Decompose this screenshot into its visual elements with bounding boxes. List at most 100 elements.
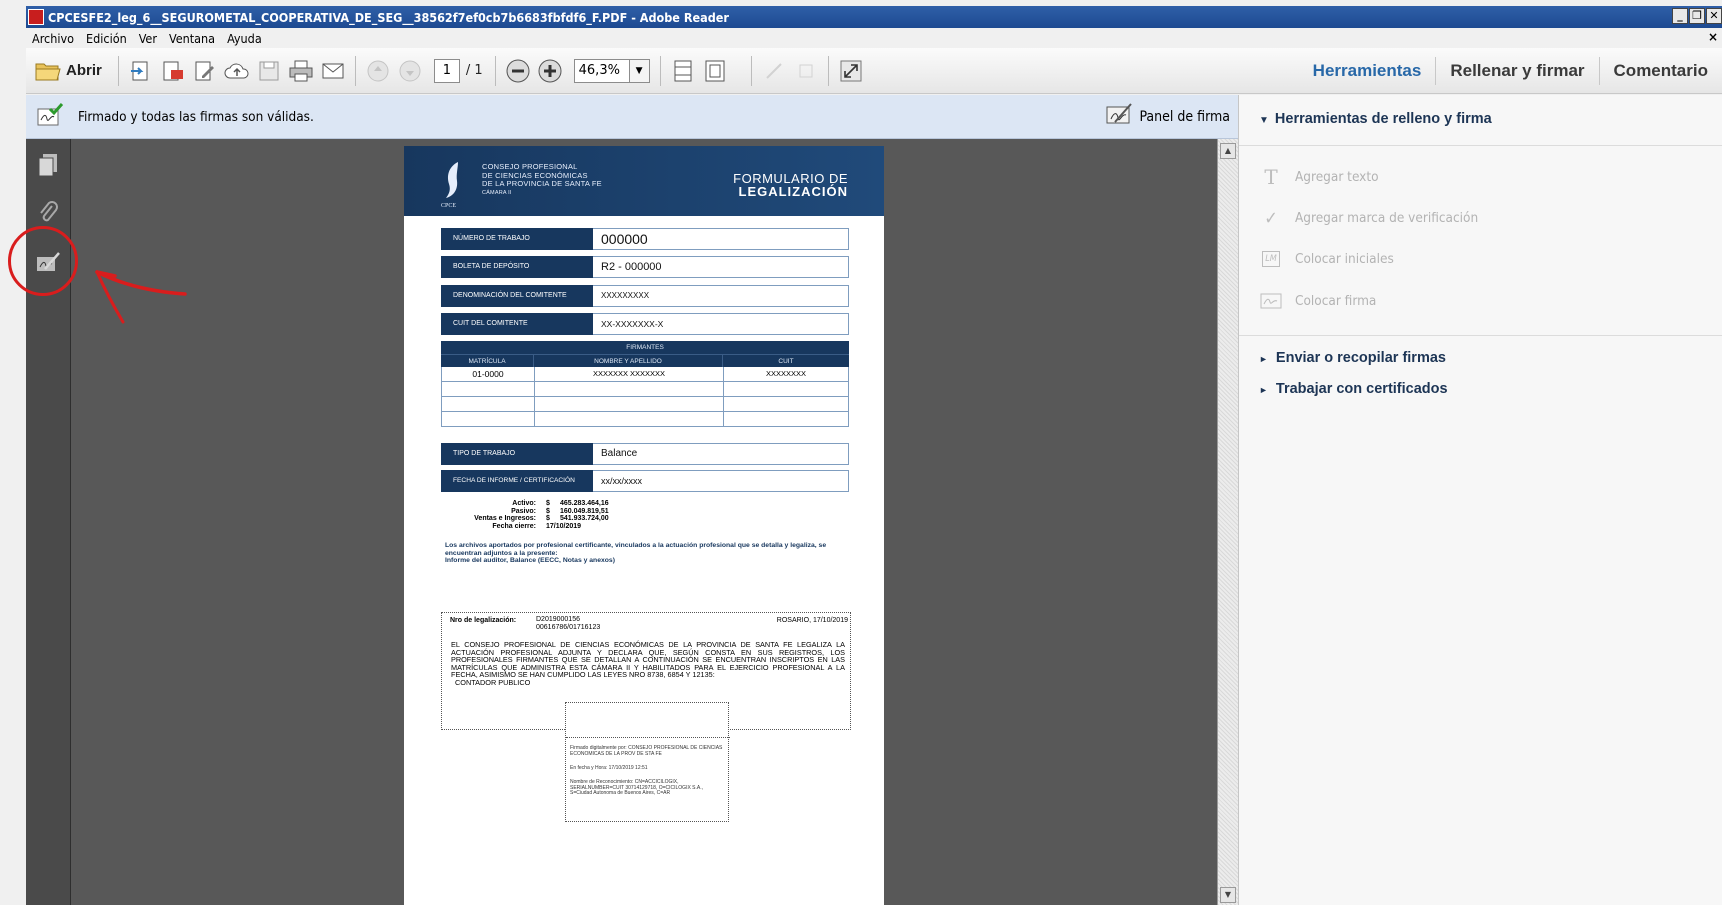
window-title: CPCESFE2_leg_6__SEGUROMETAL_COOPERATIVA_… bbox=[48, 9, 729, 25]
table-cell bbox=[535, 397, 724, 411]
menu-edicion[interactable]: Edición bbox=[80, 31, 133, 46]
header-nombre: NOMBRE Y APELLIDO bbox=[534, 355, 723, 367]
tools-pane-button[interactable]: Herramientas bbox=[1299, 61, 1436, 81]
table-cell bbox=[442, 412, 535, 426]
place-initials-tool[interactable]: LM Colocar iniciales bbox=[1259, 249, 1394, 269]
signature-status-text: Firmado y todas las firmas son válidas. bbox=[78, 108, 314, 125]
menu-ventana[interactable]: Ventana bbox=[163, 31, 221, 46]
signature-panel-button[interactable]: Panel de firma bbox=[1105, 103, 1230, 131]
section-send-collect-signatures[interactable]: ► Enviar o recopilar firmas bbox=[1259, 350, 1446, 366]
digital-signature-stamp[interactable]: Firmado digitalmente por: CONSEJO PROFES… bbox=[565, 702, 730, 823]
next-page-icon[interactable] bbox=[396, 57, 424, 85]
tool-label: Colocar firma bbox=[1295, 293, 1377, 309]
toolbar: Abrir 1 / 1 46,3% ▼ Herramientas Rellena… bbox=[26, 48, 1722, 94]
summary-labels: Activo: Pasivo: Ventas e Ingresos: Fecha… bbox=[474, 500, 536, 530]
add-checkmark-tool[interactable]: ✓ Agregar marca de verificación bbox=[1259, 208, 1478, 229]
signature-pen-icon bbox=[1105, 103, 1133, 131]
minimize-button[interactable]: _ bbox=[1672, 8, 1688, 24]
table-cell bbox=[724, 382, 848, 396]
zoom-in-icon[interactable] bbox=[536, 57, 564, 85]
restore-button[interactable]: ❐ bbox=[1689, 8, 1705, 24]
page-thumbnails-icon[interactable] bbox=[34, 151, 62, 179]
attachments-paperclip-icon[interactable] bbox=[34, 199, 62, 227]
field-label: NÚMERO DE TRABAJO bbox=[441, 228, 593, 250]
table-cell bbox=[442, 397, 535, 411]
table-row bbox=[441, 412, 849, 427]
create-pdf-icon[interactable] bbox=[127, 57, 155, 85]
export-pdf-icon[interactable] bbox=[159, 57, 187, 85]
fill-and-sign-pane-button[interactable]: Rellenar y firmar bbox=[1436, 61, 1598, 81]
firmantes-table: FIRMANTES MATRÍCULA NOMBRE Y APELLIDO CU… bbox=[441, 341, 849, 427]
open-folder-icon[interactable] bbox=[34, 57, 62, 85]
field-label: CUIT DEL COMITENTE bbox=[441, 313, 593, 335]
legalization-number: D2019000156 00616786/01716123 bbox=[536, 616, 601, 631]
comment-pane-button[interactable]: Comentario bbox=[1600, 61, 1722, 81]
signature-icon bbox=[1259, 291, 1283, 311]
page-number-input[interactable]: 1 bbox=[433, 58, 460, 83]
field-value: xx/xx/xxxx bbox=[593, 470, 849, 492]
adobe-reader-window: CPCESFE2_leg_6__SEGUROMETAL_COOPERATIVA_… bbox=[0, 0, 1722, 905]
close-document-icon[interactable]: × bbox=[1708, 30, 1718, 44]
toolbar-separator bbox=[659, 55, 661, 86]
section-expanded-arrow-icon: ▼ bbox=[1259, 115, 1269, 126]
table-cell: XXXXXXXX bbox=[765, 369, 807, 378]
highlight-circle-annotation bbox=[8, 226, 78, 296]
attached-files-note: Los archivos aportados por profesional c… bbox=[445, 542, 827, 564]
disabled-tool-icon bbox=[760, 57, 788, 85]
page-total: / 1 bbox=[465, 63, 483, 78]
toolbar-task-links: Herramientas Rellenar y firmar Comentari… bbox=[1299, 48, 1722, 94]
menu-bar: Archivo Edición Ver Ventana Ayuda × bbox=[26, 28, 1722, 48]
tool-label: Colocar iniciales bbox=[1295, 251, 1394, 267]
field-value: R2 - 000000 bbox=[593, 256, 849, 278]
upload-cloud-icon[interactable] bbox=[223, 57, 251, 85]
header-cuit: CUIT bbox=[778, 358, 794, 365]
field-value: XX-XXXXXXX-X bbox=[593, 313, 849, 335]
print-icon[interactable] bbox=[287, 57, 315, 85]
tool-label: Agregar texto bbox=[1295, 169, 1379, 185]
fill-and-sign-task-pane: ▼ Herramientas de relleno y firma T Agreg… bbox=[1238, 95, 1722, 905]
adobe-pdf-icon bbox=[28, 9, 44, 25]
email-icon[interactable] bbox=[319, 57, 347, 85]
pdf-page: CONSEJO PROFESIONAL DE CIENCIAS ECONÓMIC… bbox=[404, 146, 884, 905]
place-signature-tool[interactable]: Colocar firma bbox=[1259, 291, 1376, 311]
fit-width-icon[interactable] bbox=[669, 57, 697, 85]
field-numero-trabajo: NÚMERO DE TRABAJO 000000 bbox=[441, 228, 849, 250]
disabled-tool-icon bbox=[792, 57, 820, 85]
add-text-tool[interactable]: T Agregar texto bbox=[1259, 165, 1379, 189]
table-title: FIRMANTES bbox=[441, 341, 849, 354]
fit-page-icon[interactable] bbox=[701, 57, 729, 85]
menu-archivo[interactable]: Archivo bbox=[26, 31, 80, 46]
divider bbox=[1239, 145, 1722, 146]
signature-status-bar: Firmado y todas las firmas son válidas. … bbox=[26, 95, 1238, 139]
save-icon[interactable] bbox=[255, 57, 283, 85]
field-label: TIPO DE TRABAJO bbox=[441, 443, 593, 465]
scroll-down-button[interactable]: ▼ bbox=[1220, 887, 1236, 903]
section-fill-sign-tools[interactable]: ▼ Herramientas de relleno y firma bbox=[1259, 111, 1492, 127]
section-work-with-certificates[interactable]: ► Trabajar con certificados bbox=[1259, 381, 1448, 397]
close-button[interactable]: ✕ bbox=[1706, 8, 1722, 24]
zoom-level-input[interactable]: 46,3% bbox=[573, 58, 630, 83]
menu-ayuda[interactable]: Ayuda bbox=[221, 31, 268, 46]
signature-valid-icon bbox=[36, 102, 64, 131]
field-label: BOLETA DE DEPÓSITO bbox=[441, 256, 593, 278]
edit-pdf-icon[interactable] bbox=[191, 57, 219, 85]
table-cell: XXXXXXX XXXXXXX bbox=[535, 367, 724, 381]
toolbar-separator bbox=[827, 55, 829, 86]
scroll-up-button[interactable]: ▲ bbox=[1220, 143, 1236, 159]
previous-page-icon[interactable] bbox=[364, 57, 392, 85]
stamp-details: Firmado digitalmente por: CONSEJO PROFES… bbox=[566, 737, 730, 823]
cpce-acronym: CPCE bbox=[441, 203, 457, 209]
full-screen-icon[interactable] bbox=[837, 57, 865, 85]
vertical-scrollbar[interactable]: ▲ ▼ bbox=[1217, 139, 1238, 905]
section-collapsed-arrow-icon: ► bbox=[1259, 385, 1268, 395]
title-bar: CPCESFE2_leg_6__SEGUROMETAL_COOPERATIVA_… bbox=[26, 6, 1722, 28]
section-collapsed-arrow-icon: ► bbox=[1259, 354, 1268, 364]
toolbar-separator bbox=[117, 55, 119, 86]
zoom-dropdown-button[interactable]: ▼ bbox=[629, 58, 650, 83]
summary-values: $465.283.464,16 $160.049.819,51 $541.933… bbox=[546, 500, 609, 530]
open-button[interactable]: Abrir bbox=[66, 62, 102, 79]
zoom-out-icon[interactable] bbox=[504, 57, 532, 85]
menu-ver[interactable]: Ver bbox=[133, 31, 163, 46]
cpce-logo bbox=[446, 162, 458, 198]
field-fecha-informe: FECHA DE INFORME / CERTIFICACIÓN xx/xx/x… bbox=[441, 470, 849, 492]
